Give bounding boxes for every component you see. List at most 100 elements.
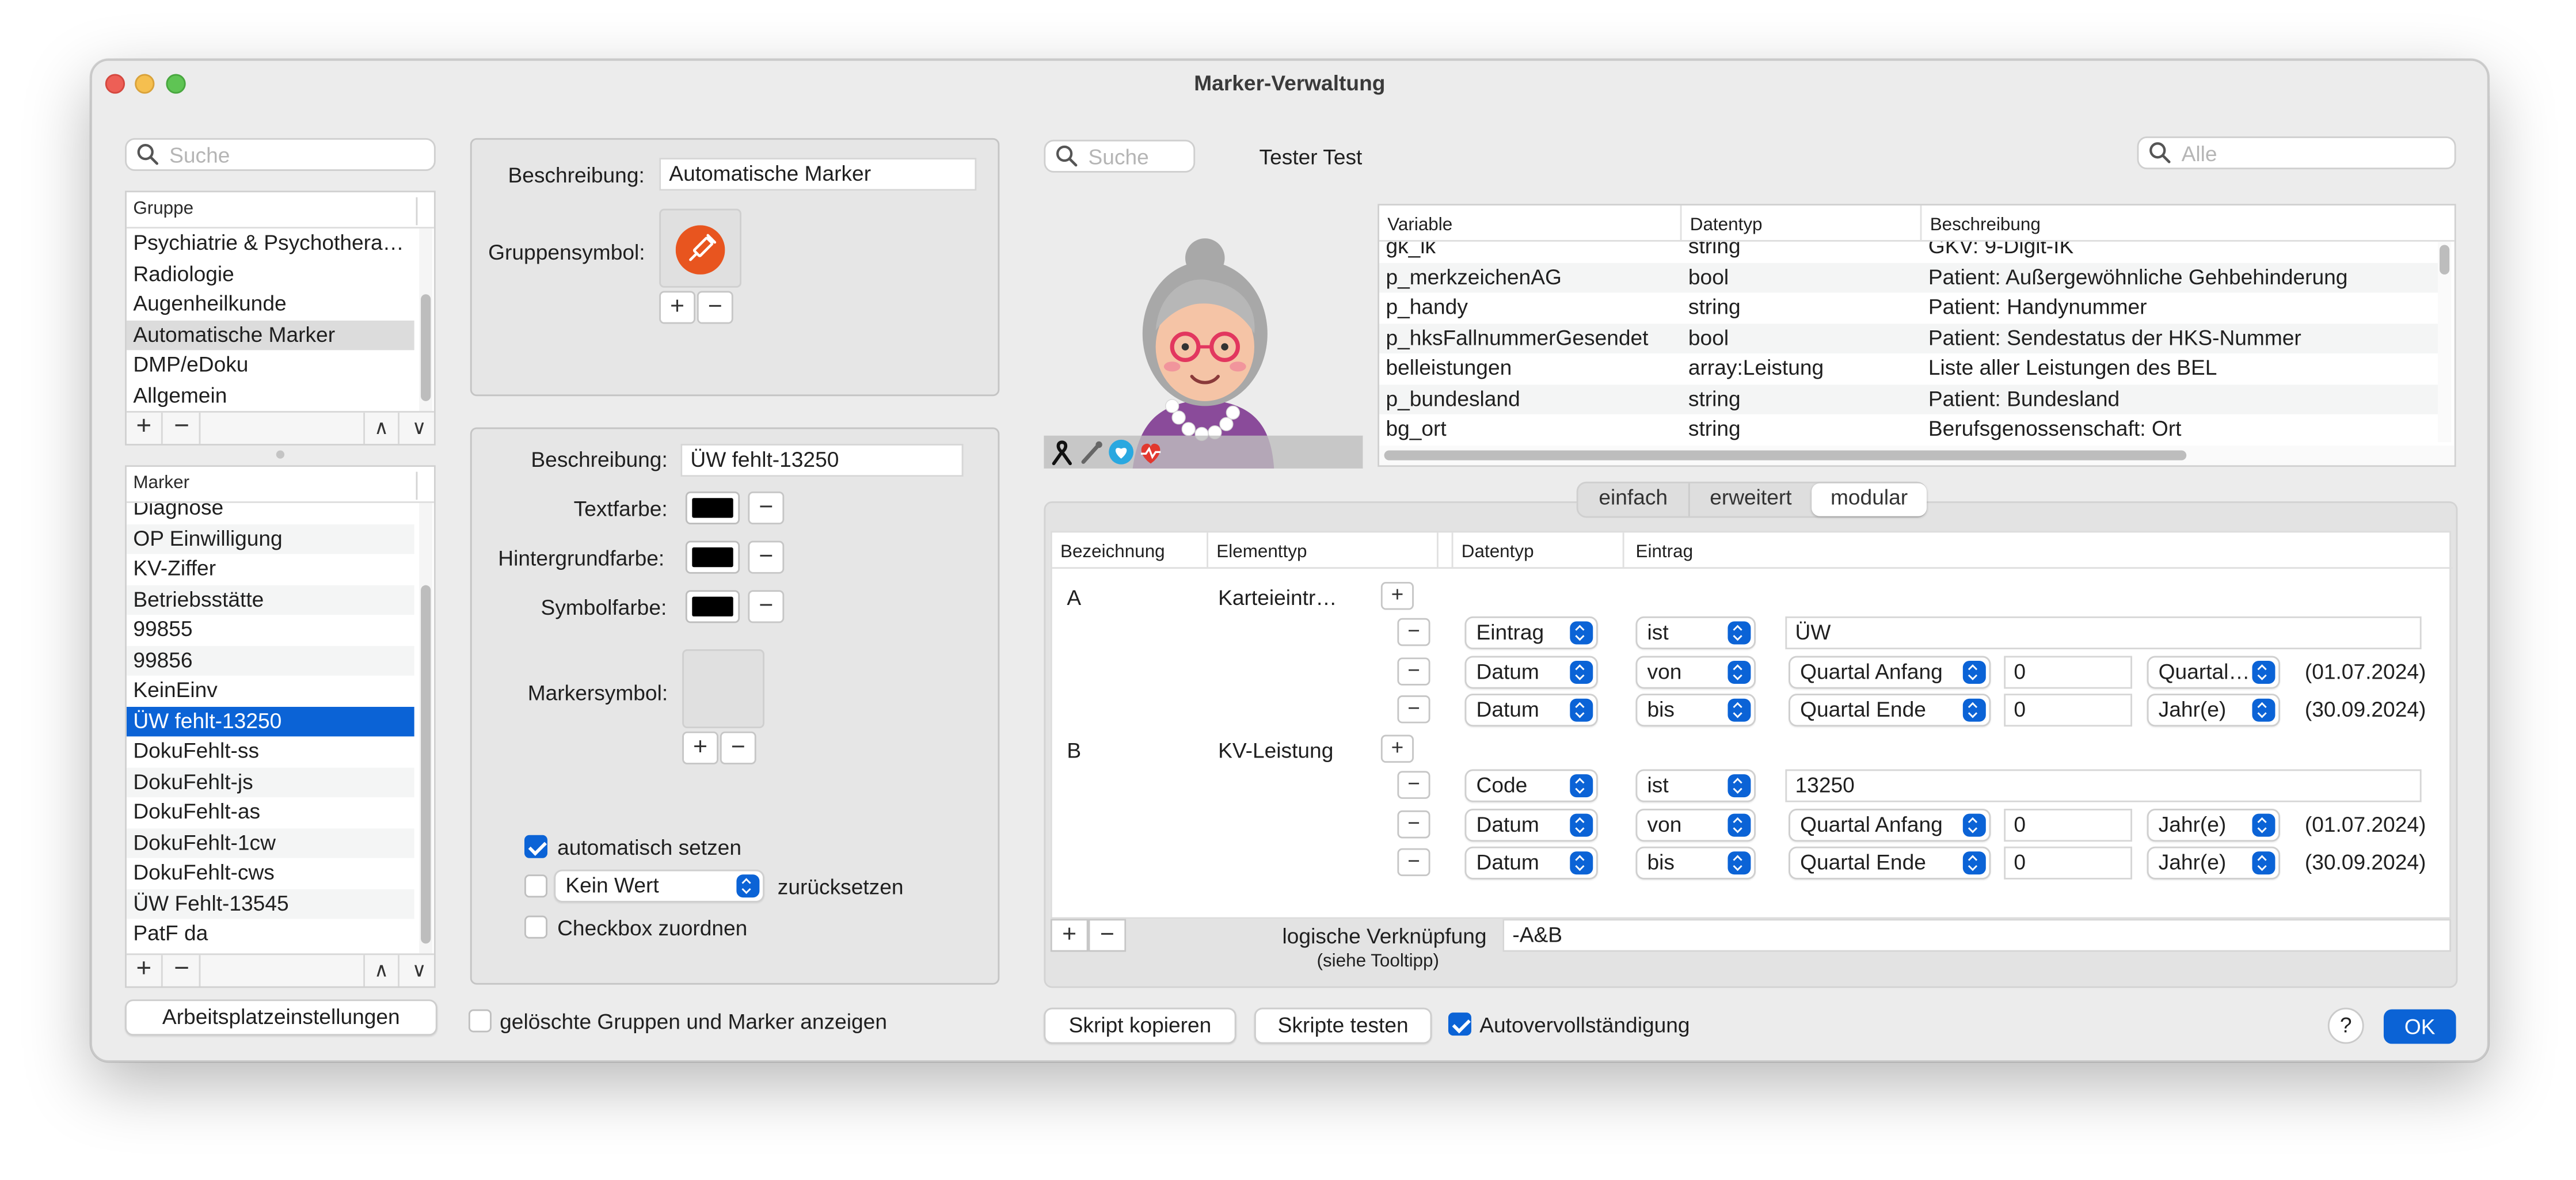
workplace-settings-button[interactable]: Arbeitsplatzeinstellungen — [125, 999, 437, 1036]
variable-row[interactable]: bg_ort string Berufsgenossenschaft: Ort — [1379, 414, 2438, 445]
element-type-column-header[interactable]: Elementtyp — [1208, 532, 1439, 569]
marker-scroll-thumb[interactable] — [421, 585, 431, 944]
group-list-item[interactable]: DMP/eDoku — [127, 350, 414, 380]
marker-list-item[interactable]: OP Einwilligung — [126, 523, 414, 554]
logic-expression-field[interactable]: -A&B — [1502, 919, 2451, 952]
variable-row[interactable]: p_merkzeichenAG bool Patient: Außergewöhnl… — [1379, 262, 2438, 293]
group-list-item[interactable]: Automatische Marker — [126, 319, 414, 351]
variable-vertical-scrollbar[interactable] — [2438, 241, 2451, 443]
remove-condition-button[interactable]: − — [1397, 809, 1430, 838]
variable-row[interactable]: p_bundesland string Patient: Bundesland — [1379, 383, 2438, 414]
variable-row[interactable]: p_hksFallnummerGesendet bool Patient: Send… — [1379, 323, 2438, 353]
move-marker-down-button[interactable]: ∨ — [401, 955, 434, 986]
group-description-field[interactable]: Automatische Marker — [659, 158, 977, 191]
group-list-item[interactable]: Allgemein — [127, 380, 414, 411]
condition-offset-field[interactable]: 0 — [2004, 846, 2132, 880]
group-list-header[interactable]: Gruppe — [126, 192, 434, 229]
add-group-button[interactable]: + — [127, 412, 163, 444]
remove-condition-button[interactable]: − — [1397, 771, 1430, 799]
copy-script-button[interactable]: Skript kopieren — [1044, 1007, 1236, 1044]
add-marker-button[interactable]: + — [127, 955, 163, 987]
marker-list-item[interactable]: PatF da — [127, 919, 414, 949]
tab-erweitert[interactable]: erweitert — [1692, 484, 1810, 516]
condition-value-popup[interactable]: Quartal Anfang — [1789, 655, 1991, 688]
ok-button[interactable]: OK — [2383, 1009, 2456, 1044]
assign-checkbox-checkbox[interactable] — [524, 915, 547, 939]
remove-condition-button[interactable]: − — [1397, 656, 1430, 685]
background-color-well[interactable] — [685, 540, 740, 574]
patient-search-input[interactable]: Suche — [1044, 139, 1196, 173]
add-group-symbol-button[interactable]: + — [659, 291, 696, 324]
split-handle[interactable] — [276, 450, 285, 459]
condition-offset-field[interactable]: 0 — [2004, 808, 2132, 841]
marker-symbol-well[interactable] — [682, 649, 764, 729]
text-color-well[interactable] — [685, 491, 740, 525]
variable-column-header[interactable]: Variable — [1379, 205, 1682, 242]
condition-operator-popup[interactable]: ist — [1635, 616, 1756, 650]
remove-rule-button[interactable]: − — [1088, 919, 1127, 952]
condition-field-popup[interactable]: Datum — [1464, 846, 1598, 880]
reset-value-popup[interactable]: Kein Wert — [554, 869, 764, 903]
condition-value-popup[interactable]: Quartal Anfang — [1789, 808, 1991, 841]
marker-list-item[interactable]: ÜW Fehlt-13545 — [126, 888, 414, 919]
variable-row[interactable]: p_handy string Patient: Handynummer — [1379, 292, 2438, 323]
variable-vertical-thumb[interactable] — [2440, 245, 2450, 275]
marker-list-item[interactable]: KV-Ziffer — [127, 554, 414, 584]
test-scripts-button[interactable]: Skripte testen — [1254, 1007, 1432, 1044]
group-scroll-thumb[interactable] — [421, 294, 431, 401]
condition-offset-field[interactable]: 0 — [2004, 694, 2132, 727]
condition-unit-popup[interactable]: Jahr(e) — [2147, 846, 2280, 880]
show-deleted-checkbox[interactable] — [468, 1009, 492, 1033]
condition-field-popup[interactable]: Eintrag — [1464, 616, 1598, 650]
variable-horizontal-thumb[interactable] — [1384, 450, 2187, 460]
marker-list-item[interactable]: DokuFehlt-ss — [127, 736, 414, 767]
condition-unit-popup[interactable]: Jahr(e) — [2147, 808, 2280, 841]
remove-marker-button[interactable]: − — [165, 955, 201, 987]
reset-checkbox[interactable] — [524, 874, 547, 898]
help-button[interactable]: ? — [2327, 1007, 2364, 1044]
datatype-column-header[interactable]: Datentyp — [1681, 205, 1922, 242]
group-scrollbar[interactable] — [419, 228, 433, 411]
description-column-header[interactable]: Beschreibung — [1921, 205, 2454, 242]
condition-unit-popup[interactable]: Jahr(e) — [2147, 694, 2280, 727]
marker-description-field[interactable]: ÜW fehlt-13250 — [680, 444, 964, 477]
marker-list-item[interactable]: KeinEinv — [127, 676, 414, 706]
add-condition-button[interactable]: + — [1380, 581, 1414, 610]
marker-list-item[interactable]: 99855 — [127, 615, 414, 645]
remove-condition-button[interactable]: − — [1397, 695, 1430, 724]
add-marker-symbol-button[interactable]: + — [682, 731, 718, 764]
remove-group-button[interactable]: − — [165, 412, 201, 444]
datatype-column-header[interactable]: Datentyp — [1451, 532, 1624, 569]
entry-column-header[interactable]: Eintrag — [1627, 532, 2453, 569]
condition-offset-field[interactable]: 0 — [2004, 655, 2132, 688]
group-search-input[interactable]: Suche — [125, 138, 436, 172]
marker-list-item[interactable]: DokuFehlt-as — [127, 797, 414, 828]
condition-field-popup[interactable]: Datum — [1464, 655, 1598, 688]
add-condition-button[interactable]: + — [1380, 734, 1414, 763]
move-group-up-button[interactable]: ∧ — [363, 412, 399, 444]
condition-unit-popup[interactable]: Quartal… — [2147, 655, 2280, 688]
marker-list-item[interactable]: 99856 — [126, 645, 414, 676]
marker-list-item[interactable]: Betriebsstätte — [126, 584, 414, 615]
variable-horizontal-scrollbar[interactable] — [1379, 445, 2455, 466]
condition-value-field[interactable]: 13250 — [1785, 769, 2422, 802]
remove-group-symbol-button[interactable]: − — [697, 291, 733, 324]
condition-value-popup[interactable]: Quartal Ende — [1789, 846, 1991, 880]
group-list-item[interactable]: Psychiatrie & Psychothera… — [127, 229, 414, 259]
variable-row[interactable]: belleistungen array:Leistung Liste aller L… — [1379, 353, 2438, 384]
add-rule-button[interactable]: + — [1050, 919, 1089, 952]
condition-operator-popup[interactable]: von — [1635, 655, 1756, 688]
name-column-header[interactable]: Bezeichnung — [1052, 532, 1209, 569]
clear-background-color-button[interactable]: − — [748, 540, 785, 574]
condition-operator-popup[interactable]: von — [1635, 808, 1756, 841]
condition-operator-popup[interactable]: bis — [1635, 846, 1756, 880]
group-symbol-well[interactable] — [659, 208, 741, 288]
tab-einfach[interactable]: einfach — [1578, 483, 1690, 516]
remove-condition-button[interactable]: − — [1397, 618, 1430, 646]
marker-scrollbar[interactable] — [419, 503, 433, 954]
move-group-down-button[interactable]: ∨ — [401, 413, 434, 444]
remove-condition-button[interactable]: − — [1397, 848, 1430, 877]
auto-set-checkbox[interactable] — [524, 835, 547, 858]
condition-value-field[interactable]: ÜW — [1785, 616, 2422, 650]
symbol-color-well[interactable] — [685, 590, 740, 623]
